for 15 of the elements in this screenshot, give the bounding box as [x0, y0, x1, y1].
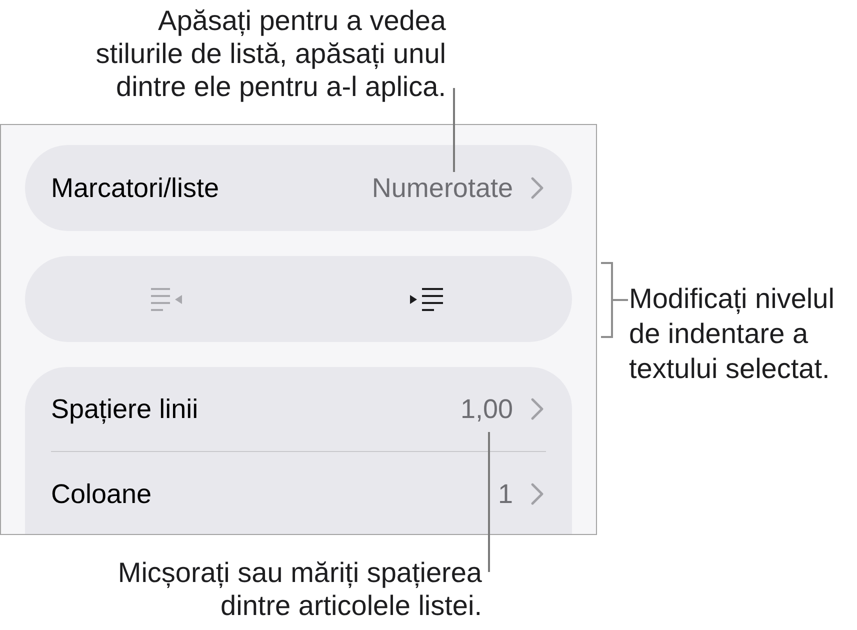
callout-text: Modificați nivelul de indentare a textului selectat. [629, 282, 834, 386]
row-value: 1 [498, 478, 513, 511]
row-value: 1,00 [460, 392, 513, 426]
row-label: Marcatori/liste [51, 172, 220, 205]
settings-row[interactable]: Spațiere linii 1,00 [51, 367, 546, 451]
chevron-icon [531, 398, 544, 420]
row-label: Spațiere linii [51, 392, 198, 426]
row-label: Coloane [51, 478, 152, 511]
list-style-row[interactable]: Marcatori/liste Numerotate [25, 145, 572, 231]
settings-row[interactable]: Coloane 1 [51, 452, 546, 532]
chevron-icon [531, 177, 544, 199]
chevron-icon [531, 483, 544, 505]
callout-text: Apăsați pentru a vedea stilurile de listă, apăsați unul dintre ele pentru a-l aplica. [96, 4, 446, 103]
callout-text: Micșorați sau măriți spațierea dintre articolele listei. [118, 556, 482, 622]
row-value: Numerotate [372, 172, 513, 205]
